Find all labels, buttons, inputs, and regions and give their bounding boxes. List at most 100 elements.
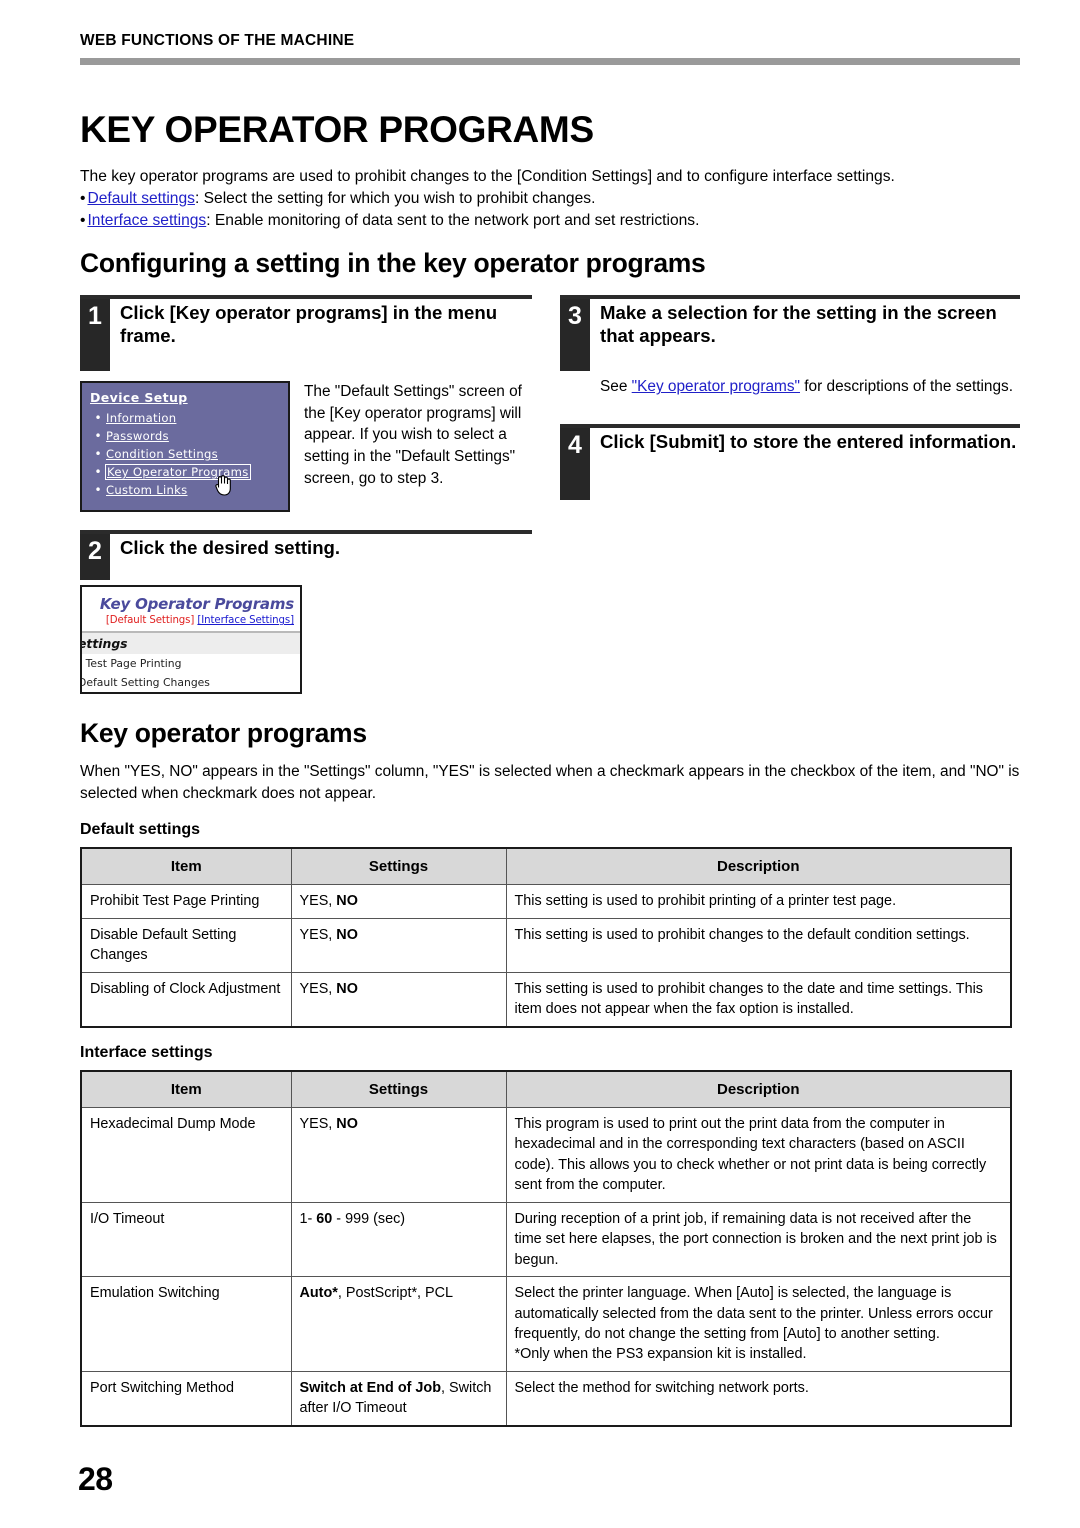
settings-bold: NO	[336, 893, 358, 910]
table-row: Hexadecimal Dump Mode YES, NO This progr…	[80, 1106, 1012, 1203]
settings-bold: Auto*	[299, 1285, 338, 1302]
step-1-title: Click [Key operator programs] in the men…	[120, 302, 498, 347]
cell-item: Disabling of Clock Adjustment	[80, 971, 292, 1028]
menu-item-label: Passwords	[106, 429, 169, 444]
menu-item-key-operator-programs[interactable]: • Key Operator Programs	[90, 464, 280, 496]
device-setup-menu: • Information • Passwords • Condition Se…	[90, 411, 280, 497]
section-heading-configuring: Configuring a setting in the key operato…	[80, 248, 706, 279]
column-header-item: Item	[80, 1070, 292, 1108]
bullet-dot-icon: •	[80, 212, 86, 230]
running-header: WEB FUNCTIONS OF THE MACHINE	[80, 32, 355, 49]
bullet-dot-icon: •	[80, 189, 86, 207]
link-interface-settings[interactable]: Interface settings	[87, 212, 206, 229]
step-4-number: 4	[560, 427, 590, 500]
settings-plain: 1-	[299, 1210, 317, 1227]
menu-item-custom-links[interactable]: • Custom Links	[90, 483, 280, 497]
settings-bold: Switch at End of Job	[299, 1379, 442, 1396]
settings-bold: NO	[336, 926, 358, 943]
table-caption-interface-settings: Interface settings	[80, 1043, 213, 1061]
table-row: Port Switching Method Switch at End of J…	[80, 1370, 1012, 1427]
menu-item-passwords[interactable]: • Passwords	[90, 429, 280, 443]
device-setup-title: Device Setup	[90, 390, 188, 406]
settings-bold: NO	[336, 1115, 358, 1132]
column-header-description: Description	[505, 847, 1012, 886]
document-page: WEB FUNCTIONS OF THE MACHINE KEY OPERATO…	[0, 0, 1080, 1528]
description-main: Select the printer language. When [Auto]…	[514, 1285, 993, 1342]
header-rule	[80, 58, 1020, 65]
settings-plain: YES,	[299, 980, 337, 997]
step-3-number: 3	[560, 299, 590, 372]
column-header-item: Item	[80, 847, 292, 886]
section-heading-key-operator-programs: Key operator programs	[80, 718, 367, 749]
menu-item-label: Custom Links	[106, 483, 188, 498]
step-3-body-post: for descriptions of the settings.	[800, 378, 1014, 396]
step-4-title: Click [Submit] to store the entered info…	[600, 430, 1017, 452]
menu-item-label: Condition Settings	[106, 447, 218, 462]
interface-settings-table: Item Settings Description Hexadecimal Du…	[80, 1069, 1012, 1427]
step-1-number: 1	[80, 299, 110, 372]
intro-paragraph: The key operator programs are used to pr…	[80, 167, 895, 185]
link-default-settings[interactable]: Default settings	[87, 190, 194, 207]
settings-bold: 60	[316, 1210, 333, 1227]
cell-settings: Switch at End of Job, Switch after I/O T…	[290, 1370, 507, 1427]
cell-settings: YES, NO	[290, 884, 507, 919]
cell-item: Prohibit Test Page Printing	[80, 884, 292, 919]
step-2: 2 Click the desired setting.	[80, 530, 532, 581]
table-row: Disable Default Setting Changes YES, NO …	[80, 917, 1012, 973]
settings-bold: NO	[336, 980, 358, 997]
cell-item: Emulation Switching	[80, 1276, 292, 1372]
cell-description: Select the printer language. When [Auto]…	[505, 1276, 1012, 1372]
step-3-body: See "Key operator programs" for descript…	[560, 376, 1020, 398]
table-caption-default-settings: Default settings	[80, 821, 201, 839]
cell-settings: YES, NO	[290, 1106, 507, 1203]
key-operator-programs-paragraph: When "YES, NO" appears in the "Settings"…	[80, 763, 1020, 803]
steps-left-column: 1 Click [Key operator programs] in the m…	[80, 295, 532, 581]
bullet-text-interface-settings: : Enable monitoring of data sent to the …	[206, 212, 700, 230]
cell-item: I/O Timeout	[80, 1201, 292, 1278]
link-key-operator-programs[interactable]: "Key operator programs"	[632, 378, 800, 395]
bullet-item-default-settings: • Default settings: Select the setting fo…	[80, 188, 1020, 210]
table-header-row: Item Settings Description	[80, 847, 1012, 886]
column-header-settings: Settings	[290, 1070, 507, 1108]
bullet-item-interface-settings: • Interface settings: Enable monitoring o…	[80, 210, 1020, 232]
menu-item-condition-settings[interactable]: • Condition Settings	[90, 447, 280, 461]
settings-tail: , PostScript*, PCL	[337, 1285, 454, 1302]
steps-container: 1 Click [Key operator programs] in the m…	[80, 295, 1020, 715]
bullet-dot-icon: •	[94, 447, 102, 462]
cell-description: This setting is used to prohibit changes…	[505, 917, 1012, 973]
step-3-title: Make a selection for the setting in the …	[600, 302, 997, 347]
step-3-body-pre: See	[600, 378, 632, 396]
step-1: 1 Click [Key operator programs] in the m…	[80, 295, 532, 513]
cell-item: Port Switching Method	[80, 1370, 292, 1427]
cell-description: During reception of a print job, if rema…	[505, 1201, 1012, 1278]
cell-description: This setting is used to prohibit changes…	[505, 971, 1012, 1028]
menu-item-label: Key Operator Programs	[105, 464, 251, 481]
settings-plain: YES,	[299, 926, 337, 943]
bullet-dot-icon: •	[94, 465, 102, 480]
settings-plain: YES,	[299, 893, 337, 910]
page-title: KEY OPERATOR PROGRAMS	[80, 109, 594, 150]
step-2-title: Click the desired setting.	[120, 537, 341, 559]
menu-item-label: Information	[106, 411, 177, 426]
cell-settings: YES, NO	[290, 917, 507, 973]
table-row: Prohibit Test Page Printing YES, NO This…	[80, 884, 1012, 919]
cell-settings: YES, NO	[290, 971, 507, 1028]
cell-item: Disable Default Setting Changes	[80, 917, 292, 973]
table-row: I/O Timeout 1- 60 - 999 (sec) During rec…	[80, 1201, 1012, 1278]
menu-item-information[interactable]: • Information	[90, 411, 280, 425]
cell-description: This program is used to print out the pr…	[505, 1106, 1012, 1203]
step-2-number: 2	[80, 534, 110, 581]
cell-settings: Auto*, PostScript*, PCL	[290, 1276, 507, 1372]
device-setup-screenshot: Device Setup • Information • Passwords •…	[80, 381, 290, 513]
steps-right-column: 3 Make a selection for the setting in th…	[560, 295, 1020, 500]
settings-tail: - 999 (sec)	[332, 1210, 406, 1227]
step-1-caption: The "Default Settings" screen of the [Ke…	[304, 383, 522, 487]
cell-settings: 1- 60 - 999 (sec)	[290, 1201, 507, 1278]
step-3: 3 Make a selection for the setting in th…	[560, 295, 1020, 398]
bullet-dot-icon: •	[94, 483, 102, 498]
cell-item: Hexadecimal Dump Mode	[80, 1106, 292, 1203]
table-row: Disabling of Clock Adjustment YES, NO Th…	[80, 971, 1012, 1028]
step-1-figure-row: Device Setup • Information • Passwords •…	[80, 381, 532, 513]
step-4: 4 Click [Submit] to store the entered in…	[560, 423, 1020, 500]
default-settings-table: Item Settings Description Prohibit Test …	[80, 847, 1012, 1028]
